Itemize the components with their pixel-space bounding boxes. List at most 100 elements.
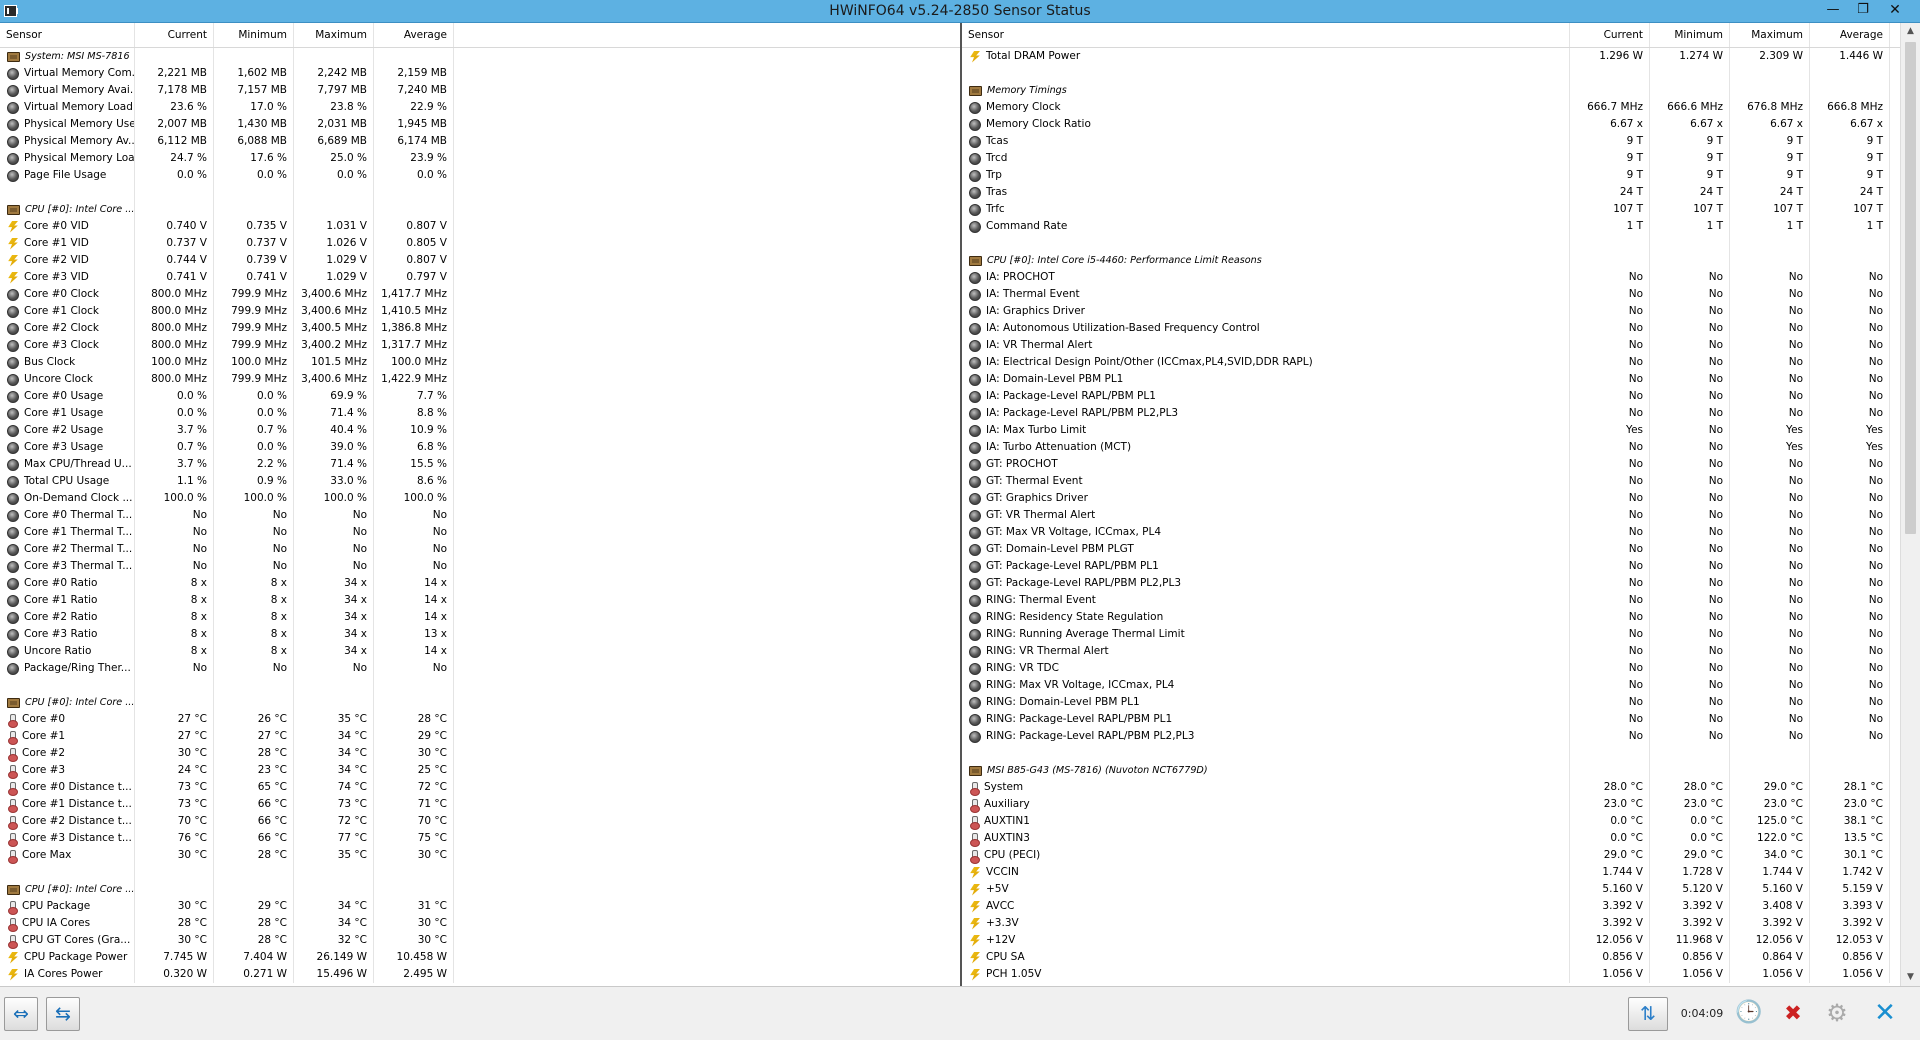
scroll-thumb[interactable] [1905, 42, 1916, 534]
sensor-group-header[interactable]: CPU [#0]: Intel Core ... [0, 881, 960, 898]
table-row[interactable]: Core #3 24 °C 23 °C 34 °C 25 °C [0, 762, 960, 779]
table-row[interactable]: GT: Thermal Event No No No No [962, 473, 1900, 490]
table-row[interactable]: Core Max 30 °C 28 °C 35 °C 30 °C [0, 847, 960, 864]
table-row[interactable]: GT: Domain-Level PBM PLGT No No No No [962, 541, 1900, 558]
table-row[interactable]: IA: VR Thermal Alert No No No No [962, 337, 1900, 354]
table-row[interactable]: IA: Thermal Event No No No No [962, 286, 1900, 303]
column-header-minimum[interactable]: Minimum [1650, 23, 1730, 47]
column-header-maximum[interactable]: Maximum [294, 23, 374, 47]
table-row[interactable]: AUXTIN3 0.0 °C 0.0 °C 122.0 °C 13.5 °C [962, 830, 1900, 847]
table-row[interactable]: Tcas 9 T9 T9 T9 T [962, 133, 1900, 150]
table-row[interactable]: Core #1 Usage 0.0 % 0.0 % 71.4 % 8.8 % [0, 405, 960, 422]
table-row[interactable]: IA: Autonomous Utilization-Based Frequen… [962, 320, 1900, 337]
table-row[interactable]: Core #0 27 °C 26 °C 35 °C 28 °C [0, 711, 960, 728]
table-row[interactable]: CPU IA Cores 28 °C 28 °C 34 °C 30 °C [0, 915, 960, 932]
table-row[interactable]: IA: Domain-Level PBM PL1 No No No No [962, 371, 1900, 388]
sensor-group-header[interactable]: CPU [#0]: Intel Core ... [0, 201, 960, 218]
table-row[interactable]: Core #3 Usage 0.7 % 0.0 % 39.0 % 6.8 % [0, 439, 960, 456]
table-row[interactable]: Tras 24 T 24 T 24 T 24 T [962, 184, 1900, 201]
table-row[interactable]: Core #1 Ratio 8 x8 x 34 x 14 x [0, 592, 960, 609]
table-row[interactable]: Total CPU Usage 1.1 % 0.9 % 33.0 % 8.6 % [0, 473, 960, 490]
table-row[interactable]: Core #3 Thermal T... No No No No [0, 558, 960, 575]
table-row[interactable]: RING: VR Thermal Alert No No No No [962, 643, 1900, 660]
table-row[interactable]: IA Cores Power 0.320 W 0.271 W 15.496 W 2.49… [0, 966, 960, 983]
column-header-sensor[interactable]: Sensor [962, 23, 1570, 47]
table-row[interactable]: IA: Graphics Driver No No No No [962, 303, 1900, 320]
title-bar[interactable]: HWiNFO64 v5.24-2850 Sensor Status — ❐ ✕ [0, 0, 1920, 22]
table-row[interactable]: Max CPU/Thread U... 3.7 % 2.2 % 71.4 % 15.5 … [0, 456, 960, 473]
collapse-columns-button[interactable]: ⇆ [46, 997, 80, 1031]
table-row[interactable]: Core #1 27 °C 27 °C 34 °C 29 °C [0, 728, 960, 745]
table-row[interactable]: Virtual Memory Com... 2,221 MB 1,602 MB 2,2… [0, 65, 960, 82]
table-row[interactable]: Memory Clock Ratio 6.67 x 6.67 x 6.67 x 6.67… [962, 116, 1900, 133]
table-row[interactable]: Core #3 Ratio 8 x8 x 34 x 13 x [0, 626, 960, 643]
table-row[interactable]: Core #2 Distance t... 70 °C 66 °C 72 °C 70 °… [0, 813, 960, 830]
table-row[interactable]: Command Rate 1 T1 T1 T1 T [962, 218, 1900, 235]
table-row[interactable]: Uncore Clock 800.0 MHz 799.9 MHz 3,400.6 MH… [0, 371, 960, 388]
table-row[interactable]: PCH 1.05V 1.056 V 1.056 V 1.056 V 1.056 V [962, 966, 1900, 983]
table-row[interactable]: Core #0 Clock 800.0 MHz 799.9 MHz 3,400.6 M… [0, 286, 960, 303]
scroll-down-arrow-icon[interactable]: ▼ [1901, 969, 1920, 986]
sensor-group-header[interactable]: Memory Timings [962, 82, 1900, 99]
table-row[interactable]: AUXTIN1 0.0 °C 0.0 °C 125.0 °C 38.1 °C [962, 813, 1900, 830]
vertical-scrollbar[interactable]: ▲ ▼ [1900, 23, 1920, 986]
table-row[interactable]: Core #2 Usage 3.7 % 0.7 % 40.4 % 10.9 % [0, 422, 960, 439]
sensor-group-header[interactable]: CPU [#0]: Intel Core i5-4460: Performanc… [962, 252, 1900, 269]
sensor-table-left[interactable]: Sensor Current Minimum Maximum Average S… [0, 23, 960, 986]
table-row[interactable]: Core #0 VID 0.740 V 0.735 V 1.031 V 0.807 V [0, 218, 960, 235]
restore-button[interactable]: ❐ [1848, 0, 1878, 22]
table-row[interactable]: CPU (PECI) 29.0 °C 29.0 °C 34.0 °C 30.1 °C [962, 847, 1900, 864]
table-row[interactable]: Core #0 Thermal T... No No No No [0, 507, 960, 524]
network-sensors-icon[interactable]: ⇅ [1628, 997, 1668, 1031]
table-row[interactable]: AVCC 3.392 V 3.392 V 3.408 V 3.393 V [962, 898, 1900, 915]
table-row[interactable]: GT: PROCHOT No No No No [962, 456, 1900, 473]
table-row[interactable]: CPU Package Power 7.745 W 7.404 W 26.149 W1… [0, 949, 960, 966]
sensor-table-right[interactable]: Sensor Current Minimum Maximum Average T… [962, 23, 1900, 986]
table-row[interactable]: Trp 9 T9 T9 T9 T [962, 167, 1900, 184]
minimize-button[interactable]: — [1818, 0, 1848, 22]
table-row[interactable]: CPU SA 0.856 V 0.856 V 0.864 V 0.856 V [962, 949, 1900, 966]
table-row[interactable]: Total DRAM Power 1.296 W 1.274 W 2.309 W 1.4… [962, 48, 1900, 65]
clock-icon[interactable]: 🕒 [1732, 997, 1766, 1031]
table-row[interactable]: IA: Turbo Attenuation (MCT) No No Yes Yes [962, 439, 1900, 456]
table-row[interactable]: IA: PROCHOT No No No No [962, 269, 1900, 286]
table-row[interactable]: VCCIN 1.744 V 1.728 V 1.744 V 1.742 V [962, 864, 1900, 881]
table-row[interactable]: Package/Ring Ther... No No No No [0, 660, 960, 677]
table-row[interactable]: RING: Domain-Level PBM PL1 No No No No [962, 694, 1900, 711]
table-row[interactable]: Uncore Ratio 8 x8 x 34 x 14 x [0, 643, 960, 660]
column-header-current[interactable]: Current [135, 23, 214, 47]
table-row[interactable]: RING: Thermal Event No No No No [962, 592, 1900, 609]
table-row[interactable]: Core #2 Ratio 8 x8 x 34 x 14 x [0, 609, 960, 626]
column-header-current[interactable]: Current [1570, 23, 1650, 47]
table-row[interactable]: CPU Package 30 °C 29 °C 34 °C 31 °C [0, 898, 960, 915]
table-row[interactable]: Page File Usage 0.0 % 0.0 % 0.0 % 0.0 % [0, 167, 960, 184]
column-header-sensor[interactable]: Sensor [0, 23, 135, 47]
table-row[interactable]: IA: Max Turbo Limit Yes No Yes Yes [962, 422, 1900, 439]
table-row[interactable]: Core #0 Ratio 8 x8 x 34 x 14 x [0, 575, 960, 592]
sensor-group-header[interactable]: CPU [#0]: Intel Core ... [0, 694, 960, 711]
exit-icon[interactable]: ✕ [1868, 997, 1902, 1031]
settings-gear-icon[interactable]: ⚙ [1820, 997, 1854, 1031]
table-row[interactable]: IA: Package-Level RAPL/PBM PL1 No No No No [962, 388, 1900, 405]
table-row[interactable]: Trfc 107 T 107 T 107 T 107 T [962, 201, 1900, 218]
table-row[interactable]: CPU GT Cores (Gra... 30 °C 28 °C 32 °C 30 °C [0, 932, 960, 949]
table-row[interactable]: Physical Memory Av... 6,112 MB 6,088 MB 6,6… [0, 133, 960, 150]
column-header-average[interactable]: Average [374, 23, 454, 47]
table-row[interactable]: RING: Max VR Voltage, ICCmax, PL4 No No No N… [962, 677, 1900, 694]
reset-values-icon[interactable]: ✖ [1776, 997, 1810, 1031]
scroll-up-arrow-icon[interactable]: ▲ [1901, 23, 1920, 40]
table-row[interactable]: Core #3 Distance t... 76 °C 66 °C 77 °C 75 °… [0, 830, 960, 847]
table-row[interactable]: Core #3 Clock 800.0 MHz 799.9 MHz 3,400.2 M… [0, 337, 960, 354]
table-row[interactable]: Core #0 Usage 0.0 % 0.0 % 69.9 % 7.7 % [0, 388, 960, 405]
table-row[interactable]: Core #1 Distance t... 73 °C 66 °C 73 °C 71 °… [0, 796, 960, 813]
table-row[interactable]: Core #3 VID 0.741 V 0.741 V 1.029 V 0.797 V [0, 269, 960, 286]
close-button[interactable]: ✕ [1880, 0, 1910, 22]
table-row[interactable]: Core #1 VID 0.737 V 0.737 V 1.026 V 0.805 V [0, 235, 960, 252]
table-row[interactable]: On-Demand Clock ... 100.0 % 100.0 % 100.0 %… [0, 490, 960, 507]
table-row[interactable]: GT: Max VR Voltage, ICCmax, PL4 No No No No [962, 524, 1900, 541]
sensor-group-header[interactable]: System: MSI MS-7816 [0, 48, 960, 65]
table-row[interactable]: Physical Memory Used 2,007 MB 1,430 MB 2,03… [0, 116, 960, 133]
table-row[interactable]: Core #1 Thermal T... No No No No [0, 524, 960, 541]
table-row[interactable]: RING: VR TDC No No No No [962, 660, 1900, 677]
sensor-group-header[interactable]: MSI B85-G43 (MS-7816) (Nuvoton NCT6779D) [962, 762, 1900, 779]
